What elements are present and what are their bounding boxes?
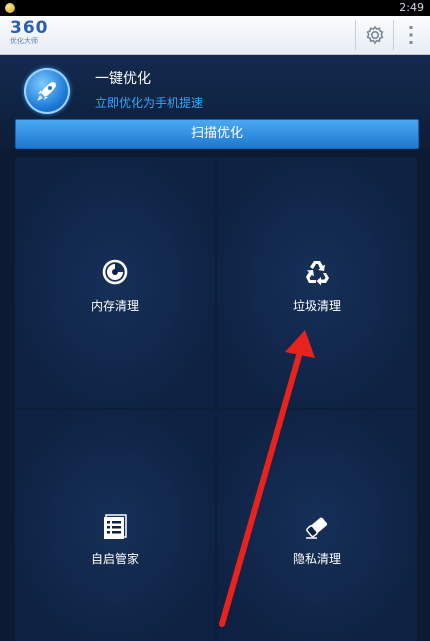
settings-button[interactable]	[358, 18, 392, 52]
memory-clean-icon	[102, 259, 128, 285]
feature-grid: 内存清理 垃圾清理 自启管家 隐私清理	[15, 157, 417, 641]
tile-privacy-clean[interactable]: 隐私清理	[217, 410, 417, 641]
status-bar: 2:49	[0, 0, 430, 16]
tile-memory-clean[interactable]: 内存清理	[15, 157, 215, 408]
panel-title: 一键优化	[95, 71, 151, 87]
app-bar-divider	[355, 20, 356, 50]
list-icon	[104, 514, 127, 539]
gear-icon	[366, 25, 384, 45]
panel-subtitle: 立即优化为手机提速	[95, 96, 204, 110]
one-tap-optimize-panel: 一键优化 立即优化为手机提速 扫描优化	[0, 55, 430, 150]
tile-label: 垃圾清理	[292, 299, 341, 313]
rocket-badge[interactable]	[24, 68, 70, 114]
logo-subtitle: 优化大师	[10, 37, 38, 45]
rocket-icon	[37, 82, 56, 101]
app-bar: 360 优化大师	[0, 16, 430, 55]
status-time: 2:49	[399, 1, 424, 14]
more-options-button[interactable]	[394, 18, 428, 52]
notification-icon	[5, 3, 15, 13]
scan-optimize-button[interactable]: 扫描优化	[15, 119, 419, 149]
eraser-icon	[306, 517, 328, 539]
tile-autostart-manager[interactable]: 自启管家	[15, 410, 215, 641]
tile-junk-clean[interactable]: 垃圾清理	[217, 157, 417, 408]
tile-label: 内存清理	[90, 299, 139, 313]
more-vert-icon	[409, 26, 413, 44]
logo-number: 360	[10, 18, 49, 38]
tile-label: 自启管家	[90, 552, 139, 566]
app-logo: 360 优化大师	[10, 19, 49, 46]
recycle-icon	[306, 261, 329, 286]
tile-label: 隐私清理	[292, 552, 341, 566]
